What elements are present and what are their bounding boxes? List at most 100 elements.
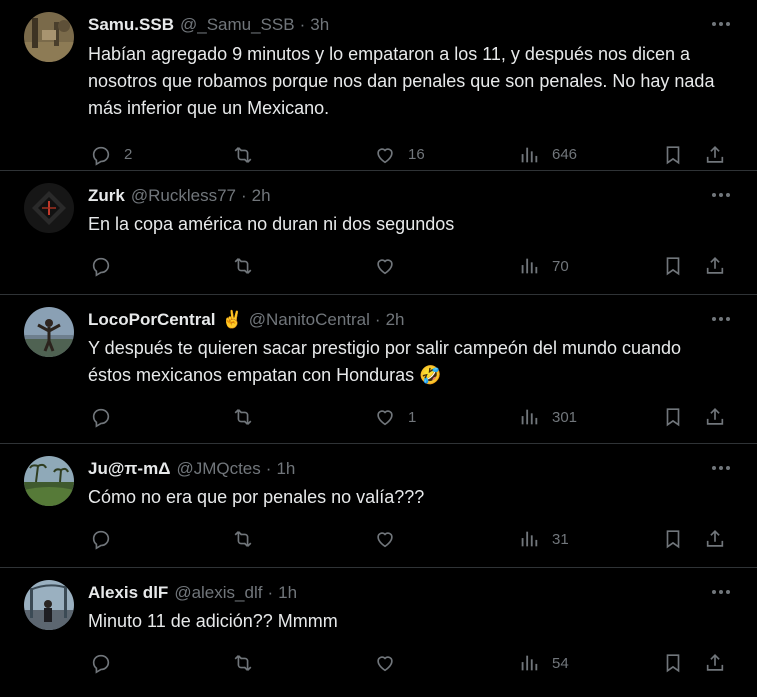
bookmark-button[interactable] — [662, 652, 684, 674]
timestamp[interactable]: 1h — [278, 583, 297, 603]
reply-feed: Samu.SSB @_Samu_SSB · 3h Habían agregado… — [0, 0, 757, 697]
reply-icon — [92, 530, 110, 550]
repost-icon — [234, 409, 252, 425]
tweet-header: Samu.SSB @_Samu_SSB · 3h — [88, 12, 733, 38]
views-icon — [521, 258, 538, 274]
like-button[interactable] — [374, 652, 408, 674]
reply-button[interactable] — [90, 652, 124, 674]
timestamp[interactable]: 1h — [276, 459, 295, 479]
tweet-body: Alexis dlF @alexis_dlf · 1h Minuto 11 de… — [76, 580, 741, 697]
reply-icon — [92, 146, 110, 166]
more-button[interactable] — [709, 458, 733, 478]
more-button[interactable] — [709, 14, 733, 34]
views-icon — [521, 655, 538, 671]
author-handle[interactable]: @Ruckless77 — [131, 186, 236, 206]
reply-button[interactable] — [90, 406, 124, 428]
avatar-column — [16, 12, 76, 170]
views-button[interactable]: 70 — [518, 255, 569, 277]
views-button[interactable]: 54 — [518, 652, 569, 674]
share-button[interactable] — [704, 255, 726, 277]
share-button[interactable] — [704, 528, 726, 550]
more-button[interactable] — [709, 309, 733, 329]
like-button[interactable]: 1 — [374, 406, 416, 428]
views-count: 54 — [552, 654, 569, 672]
tweet[interactable]: LocoPorCentral ✌️ @NanitoCentral · 2h Y … — [0, 295, 757, 444]
repost-icon — [234, 146, 252, 163]
separator-dot: · — [267, 583, 274, 602]
timestamp[interactable]: 2h — [386, 310, 405, 330]
bookmark-button[interactable] — [662, 528, 684, 550]
share-button[interactable] — [704, 144, 726, 166]
avatar[interactable] — [24, 307, 74, 357]
author-handle[interactable]: @alexis_dlf — [174, 583, 262, 603]
separator-dot: · — [299, 15, 306, 34]
views-button[interactable]: 301 — [518, 406, 577, 428]
avatar[interactable] — [24, 456, 74, 506]
avatar-column — [16, 183, 76, 294]
views-button[interactable]: 646 — [518, 144, 577, 166]
share-icon — [706, 257, 724, 274]
tweet-body: Ju@π-mΔ @JMQctes · 1h Cómo no era que po… — [76, 456, 741, 567]
like-button[interactable]: 16 — [374, 144, 425, 166]
bookmark-button[interactable] — [662, 144, 684, 166]
repost-button[interactable] — [232, 144, 266, 166]
more-button[interactable] — [709, 185, 733, 205]
more-icon — [712, 317, 730, 321]
author-handle[interactable]: @JMQctes — [176, 459, 260, 479]
tweet[interactable]: Samu.SSB @_Samu_SSB · 3h Habían agregado… — [0, 0, 757, 171]
bookmark-button[interactable] — [662, 406, 684, 428]
author-name[interactable]: LocoPorCentral — [88, 310, 216, 330]
more-icon — [712, 466, 730, 470]
repost-button[interactable] — [232, 255, 266, 277]
like-button[interactable] — [374, 255, 408, 277]
author-name[interactable]: Zurk — [88, 186, 125, 206]
action-bar: 54 — [88, 635, 733, 691]
repost-icon — [234, 531, 252, 547]
bookmark-icon — [666, 654, 680, 673]
bookmark-icon — [666, 530, 680, 549]
avatar-column — [16, 456, 76, 567]
repost-button[interactable] — [232, 406, 266, 428]
author-handle[interactable]: @NanitoCentral — [249, 310, 370, 330]
avatar[interactable] — [24, 580, 74, 630]
repost-button[interactable] — [232, 652, 266, 674]
tweet[interactable]: Zurk @Ruckless77 · 2h En la copa américa… — [0, 171, 757, 295]
repost-icon — [234, 655, 252, 671]
avatar-column — [16, 580, 76, 697]
views-icon — [521, 147, 538, 162]
share-button[interactable] — [704, 652, 726, 674]
author-name[interactable]: Alexis dlF — [88, 583, 168, 603]
bookmark-icon — [666, 145, 680, 164]
author-name[interactable]: Ju@π-mΔ — [88, 459, 170, 479]
name-emoji-badge: ✌️ — [221, 310, 243, 329]
views-button[interactable]: 31 — [518, 528, 569, 550]
like-count: 16 — [408, 146, 425, 163]
like-icon — [377, 147, 393, 163]
avatar[interactable] — [24, 183, 74, 233]
author-name[interactable]: Samu.SSB — [88, 15, 174, 35]
tweet[interactable]: Ju@π-mΔ @JMQctes · 1h Cómo no era que po… — [0, 444, 757, 568]
tweet-body: Samu.SSB @_Samu_SSB · 3h Habían agregado… — [76, 12, 741, 170]
tweet-header: LocoPorCentral ✌️ @NanitoCentral · 2h — [88, 307, 733, 333]
tweet[interactable]: Alexis dlF @alexis_dlf · 1h Minuto 11 de… — [0, 568, 757, 697]
bookmark-button[interactable] — [662, 255, 684, 277]
reply-button[interactable] — [90, 528, 124, 550]
like-icon — [377, 532, 393, 548]
more-button[interactable] — [709, 582, 733, 602]
author-handle[interactable]: @_Samu_SSB — [180, 15, 295, 35]
reply-icon — [92, 257, 110, 277]
tweet-body: Zurk @Ruckless77 · 2h En la copa américa… — [76, 183, 741, 294]
like-button[interactable] — [374, 528, 408, 550]
repost-icon — [234, 258, 252, 274]
timestamp[interactable]: 3h — [310, 15, 329, 35]
repost-button[interactable] — [232, 528, 266, 550]
like-icon — [377, 259, 393, 275]
separator-dot: · — [374, 310, 381, 329]
share-button[interactable] — [704, 406, 726, 428]
action-bar: 70 — [88, 238, 733, 294]
reply-button[interactable]: 2 — [90, 144, 132, 166]
tweet-body: LocoPorCentral ✌️ @NanitoCentral · 2h Y … — [76, 307, 741, 443]
avatar[interactable] — [24, 12, 74, 62]
reply-button[interactable] — [90, 255, 124, 277]
timestamp[interactable]: 2h — [252, 186, 271, 206]
